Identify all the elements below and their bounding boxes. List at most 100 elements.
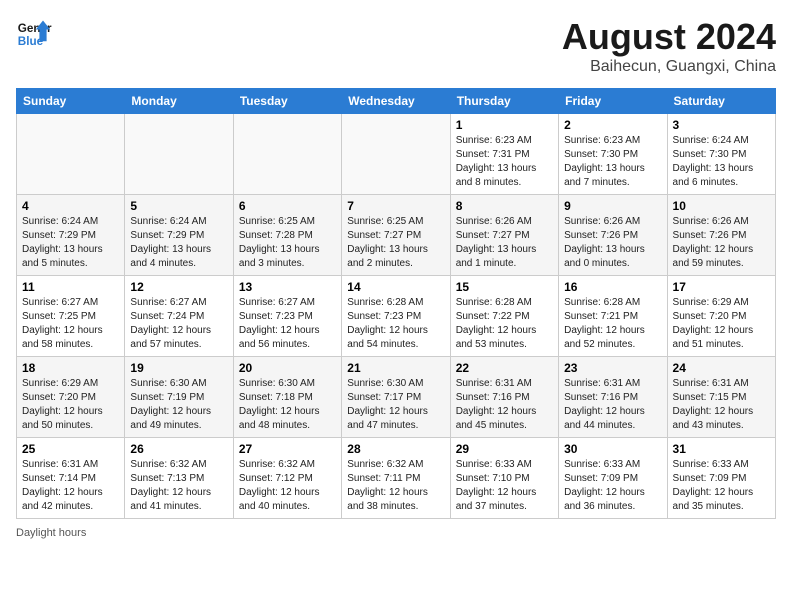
calendar-cell bbox=[125, 114, 233, 195]
calendar-cell: 20Sunrise: 6:30 AM Sunset: 7:18 PM Dayli… bbox=[233, 357, 341, 438]
day-info: Sunrise: 6:27 AM Sunset: 7:24 PM Dayligh… bbox=[130, 296, 227, 352]
calendar-cell: 30 Sunrise: 6:33 AM Sunset: 7:09 PM Dayli… bbox=[559, 438, 667, 519]
logo-icon: General Blue bbox=[16, 16, 52, 52]
day-info: Sunrise: 6:24 AM Sunset: 7:29 PM Dayligh… bbox=[130, 215, 227, 271]
day-info: Sunrise: 6:32 AM Sunset: 7:13 PM Dayligh… bbox=[130, 458, 227, 514]
day-number: 6 bbox=[239, 199, 336, 213]
calendar-cell: 28 Sunrise: 6:32 AM Sunset: 7:11 PM Dayli… bbox=[342, 438, 450, 519]
calendar-cell: 4Sunrise: 6:24 AM Sunset: 7:29 PM Daylig… bbox=[17, 195, 125, 276]
day-number: 15 bbox=[456, 280, 553, 294]
day-number: 11 bbox=[22, 280, 119, 294]
calendar-cell: 29Sunrise: 6:33 AM Sunset: 7:10 PM Dayli… bbox=[450, 438, 558, 519]
day-number: 5 bbox=[130, 199, 227, 213]
weekday-wednesday: Wednesday bbox=[342, 89, 450, 114]
month-title: August 2024 bbox=[562, 16, 776, 58]
weekday-sunday: Sunday bbox=[17, 89, 125, 114]
calendar-cell: 27 Sunrise: 6:32 AM Sunset: 7:12 PM Dayli… bbox=[233, 438, 341, 519]
location: Baihecun, Guangxi, China bbox=[562, 58, 776, 76]
day-number: 16 bbox=[564, 280, 661, 294]
calendar-cell: 8 Sunrise: 6:26 AM Sunset: 7:27 PM Daylig… bbox=[450, 195, 558, 276]
day-info: Sunrise: 6:32 AM Sunset: 7:12 PM Dayligh… bbox=[239, 458, 336, 514]
day-info: Sunrise: 6:29 AM Sunset: 7:20 PM Dayligh… bbox=[673, 296, 770, 352]
day-info: Sunrise: 6:25 AM Sunset: 7:27 PM Dayligh… bbox=[347, 215, 444, 271]
calendar-cell: 26 Sunrise: 6:32 AM Sunset: 7:13 PM Dayli… bbox=[125, 438, 233, 519]
day-info: Sunrise: 6:33 AM Sunset: 7:09 PM Dayligh… bbox=[564, 458, 661, 514]
calendar-cell: 1 Sunrise: 6:23 AM Sunset: 7:31 PM Daylig… bbox=[450, 114, 558, 195]
calendar-cell: 25 Sunrise: 6:31 AM Sunset: 7:14 PM Dayli… bbox=[17, 438, 125, 519]
day-info: Sunrise: 6:24 AM Sunset: 7:29 PM Dayligh… bbox=[22, 215, 119, 271]
weekday-friday: Friday bbox=[559, 89, 667, 114]
calendar-table: SundayMondayTuesdayWednesdayThursdayFrid… bbox=[16, 88, 776, 519]
calendar-body: 1 Sunrise: 6:23 AM Sunset: 7:31 PM Daylig… bbox=[17, 114, 776, 519]
logo: General Blue General Blue bbox=[16, 16, 52, 52]
calendar-cell: 16 Sunrise: 6:28 AM Sunset: 7:21 PM Dayli… bbox=[559, 276, 667, 357]
day-info: Sunrise: 6:31 AM Sunset: 7:16 PM Dayligh… bbox=[564, 377, 661, 433]
calendar-cell: 18 Sunrise: 6:29 AM Sunset: 7:20 PM Dayli… bbox=[17, 357, 125, 438]
day-number: 23 bbox=[564, 361, 661, 375]
day-number: 8 bbox=[456, 199, 553, 213]
calendar-cell: 11Sunrise: 6:27 AM Sunset: 7:25 PM Dayli… bbox=[17, 276, 125, 357]
weekday-saturday: Saturday bbox=[667, 89, 775, 114]
day-number: 9 bbox=[564, 199, 661, 213]
day-number: 14 bbox=[347, 280, 444, 294]
title-block: August 2024 Baihecun, Guangxi, China bbox=[562, 16, 776, 76]
day-number: 2 bbox=[564, 118, 661, 132]
day-info: Sunrise: 6:25 AM Sunset: 7:28 PM Dayligh… bbox=[239, 215, 336, 271]
day-number: 24 bbox=[673, 361, 770, 375]
day-number: 26 bbox=[130, 442, 227, 456]
day-number: 10 bbox=[673, 199, 770, 213]
calendar-week-2: 4Sunrise: 6:24 AM Sunset: 7:29 PM Daylig… bbox=[17, 195, 776, 276]
calendar-cell bbox=[233, 114, 341, 195]
calendar-cell: 15Sunrise: 6:28 AM Sunset: 7:22 PM Dayli… bbox=[450, 276, 558, 357]
calendar-cell: 23 Sunrise: 6:31 AM Sunset: 7:16 PM Dayli… bbox=[559, 357, 667, 438]
day-info: Sunrise: 6:29 AM Sunset: 7:20 PM Dayligh… bbox=[22, 377, 119, 433]
day-info: Sunrise: 6:28 AM Sunset: 7:21 PM Dayligh… bbox=[564, 296, 661, 352]
day-number: 17 bbox=[673, 280, 770, 294]
calendar-week-3: 11Sunrise: 6:27 AM Sunset: 7:25 PM Dayli… bbox=[17, 276, 776, 357]
day-info: Sunrise: 6:33 AM Sunset: 7:09 PM Dayligh… bbox=[673, 458, 770, 514]
day-info: Sunrise: 6:33 AM Sunset: 7:10 PM Dayligh… bbox=[456, 458, 553, 514]
day-info: Sunrise: 6:28 AM Sunset: 7:23 PM Dayligh… bbox=[347, 296, 444, 352]
calendar-cell: 17 Sunrise: 6:29 AM Sunset: 7:20 PM Dayli… bbox=[667, 276, 775, 357]
day-info: Sunrise: 6:30 AM Sunset: 7:19 PM Dayligh… bbox=[130, 377, 227, 433]
day-info: Sunrise: 6:23 AM Sunset: 7:30 PM Dayligh… bbox=[564, 134, 661, 190]
calendar-cell: 31Sunrise: 6:33 AM Sunset: 7:09 PM Dayli… bbox=[667, 438, 775, 519]
day-info: Sunrise: 6:27 AM Sunset: 7:23 PM Dayligh… bbox=[239, 296, 336, 352]
day-number: 28 bbox=[347, 442, 444, 456]
calendar-cell: 21Sunrise: 6:30 AM Sunset: 7:17 PM Dayli… bbox=[342, 357, 450, 438]
day-info: Sunrise: 6:31 AM Sunset: 7:14 PM Dayligh… bbox=[22, 458, 119, 514]
day-info: Sunrise: 6:26 AM Sunset: 7:27 PM Dayligh… bbox=[456, 215, 553, 271]
day-number: 30 bbox=[564, 442, 661, 456]
calendar-week-1: 1 Sunrise: 6:23 AM Sunset: 7:31 PM Daylig… bbox=[17, 114, 776, 195]
day-number: 25 bbox=[22, 442, 119, 456]
weekday-monday: Monday bbox=[125, 89, 233, 114]
day-number: 19 bbox=[130, 361, 227, 375]
day-number: 12 bbox=[130, 280, 227, 294]
day-info: Sunrise: 6:26 AM Sunset: 7:26 PM Dayligh… bbox=[564, 215, 661, 271]
day-number: 18 bbox=[22, 361, 119, 375]
day-number: 7 bbox=[347, 199, 444, 213]
day-info: Sunrise: 6:31 AM Sunset: 7:16 PM Dayligh… bbox=[456, 377, 553, 433]
calendar-cell: 5 Sunrise: 6:24 AM Sunset: 7:29 PM Daylig… bbox=[125, 195, 233, 276]
day-number: 27 bbox=[239, 442, 336, 456]
day-info: Sunrise: 6:23 AM Sunset: 7:31 PM Dayligh… bbox=[456, 134, 553, 190]
calendar-cell: 9 Sunrise: 6:26 AM Sunset: 7:26 PM Daylig… bbox=[559, 195, 667, 276]
day-number: 22 bbox=[456, 361, 553, 375]
calendar-cell bbox=[342, 114, 450, 195]
calendar-cell: 22 Sunrise: 6:31 AM Sunset: 7:16 PM Dayli… bbox=[450, 357, 558, 438]
day-info: Sunrise: 6:24 AM Sunset: 7:30 PM Dayligh… bbox=[673, 134, 770, 190]
calendar-cell: 13Sunrise: 6:27 AM Sunset: 7:23 PM Dayli… bbox=[233, 276, 341, 357]
calendar-cell bbox=[17, 114, 125, 195]
weekday-header-row: SundayMondayTuesdayWednesdayThursdayFrid… bbox=[17, 89, 776, 114]
day-number: 1 bbox=[456, 118, 553, 132]
day-info: Sunrise: 6:30 AM Sunset: 7:17 PM Dayligh… bbox=[347, 377, 444, 433]
calendar-week-4: 18 Sunrise: 6:29 AM Sunset: 7:20 PM Dayli… bbox=[17, 357, 776, 438]
page-header: General Blue General Blue August 2024 Ba… bbox=[16, 16, 776, 76]
calendar-cell: 14 Sunrise: 6:28 AM Sunset: 7:23 PM Dayli… bbox=[342, 276, 450, 357]
footer: Daylight hours bbox=[16, 527, 776, 539]
day-number: 20 bbox=[239, 361, 336, 375]
weekday-thursday: Thursday bbox=[450, 89, 558, 114]
calendar-week-5: 25 Sunrise: 6:31 AM Sunset: 7:14 PM Dayli… bbox=[17, 438, 776, 519]
calendar-cell: 12 Sunrise: 6:27 AM Sunset: 7:24 PM Dayli… bbox=[125, 276, 233, 357]
day-info: Sunrise: 6:32 AM Sunset: 7:11 PM Dayligh… bbox=[347, 458, 444, 514]
